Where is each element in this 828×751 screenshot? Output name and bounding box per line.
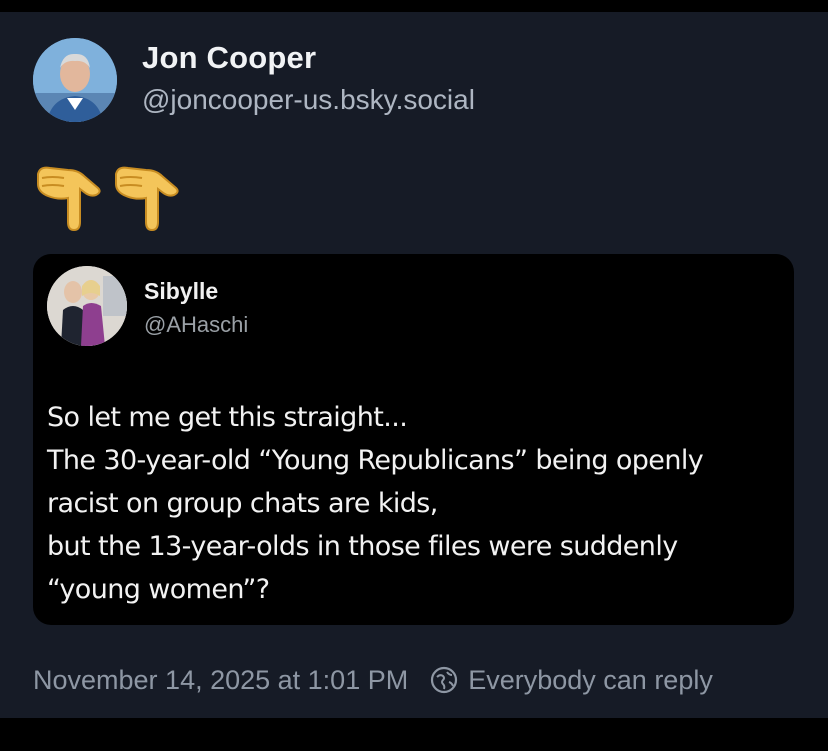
quote-text: So let me get this straight... The 30-ye… <box>47 396 782 611</box>
post-meta: November 14, 2025 at 1:01 PM Everybody c… <box>33 662 713 698</box>
globe-reply-icon <box>431 666 458 694</box>
author-name[interactable]: Jon Cooper <box>142 40 316 76</box>
backhand-index-pointing-down-icon <box>37 166 101 232</box>
quote-author-avatar[interactable] <box>47 266 127 346</box>
screenshot-frame: Jon Cooper @joncooper-us.bsky.social Sib… <box>0 0 828 751</box>
quote-text-line: racist on group chats are kids, <box>47 488 438 519</box>
reply-setting-label[interactable]: Everybody can reply <box>468 665 713 696</box>
quote-text-line: So let me get this straight... <box>47 402 408 433</box>
author-handle[interactable]: @joncooper-us.bsky.social <box>142 84 475 116</box>
post-timestamp[interactable]: November 14, 2025 at 1:01 PM <box>33 665 408 696</box>
person-photo-avatar-icon <box>33 38 117 122</box>
post-text <box>34 162 182 232</box>
backhand-index-pointing-down-icon <box>115 166 179 232</box>
quote-text-line: The 30-year-old “Young Republicans” bein… <box>47 445 704 476</box>
quote-text-line: “young women”? <box>47 574 270 605</box>
quote-text-line: but the 13-year-olds in those files were… <box>47 531 678 562</box>
person-photo-avatar-icon <box>47 266 127 346</box>
author-avatar[interactable] <box>33 38 117 122</box>
quote-author-handle[interactable]: @AHaschi <box>144 312 248 338</box>
post-card: Jon Cooper @joncooper-us.bsky.social Sib… <box>0 12 828 718</box>
quote-author-name[interactable]: Sibylle <box>144 278 218 305</box>
quoted-post[interactable]: Sibylle @AHaschi So let me get this stra… <box>33 254 794 625</box>
